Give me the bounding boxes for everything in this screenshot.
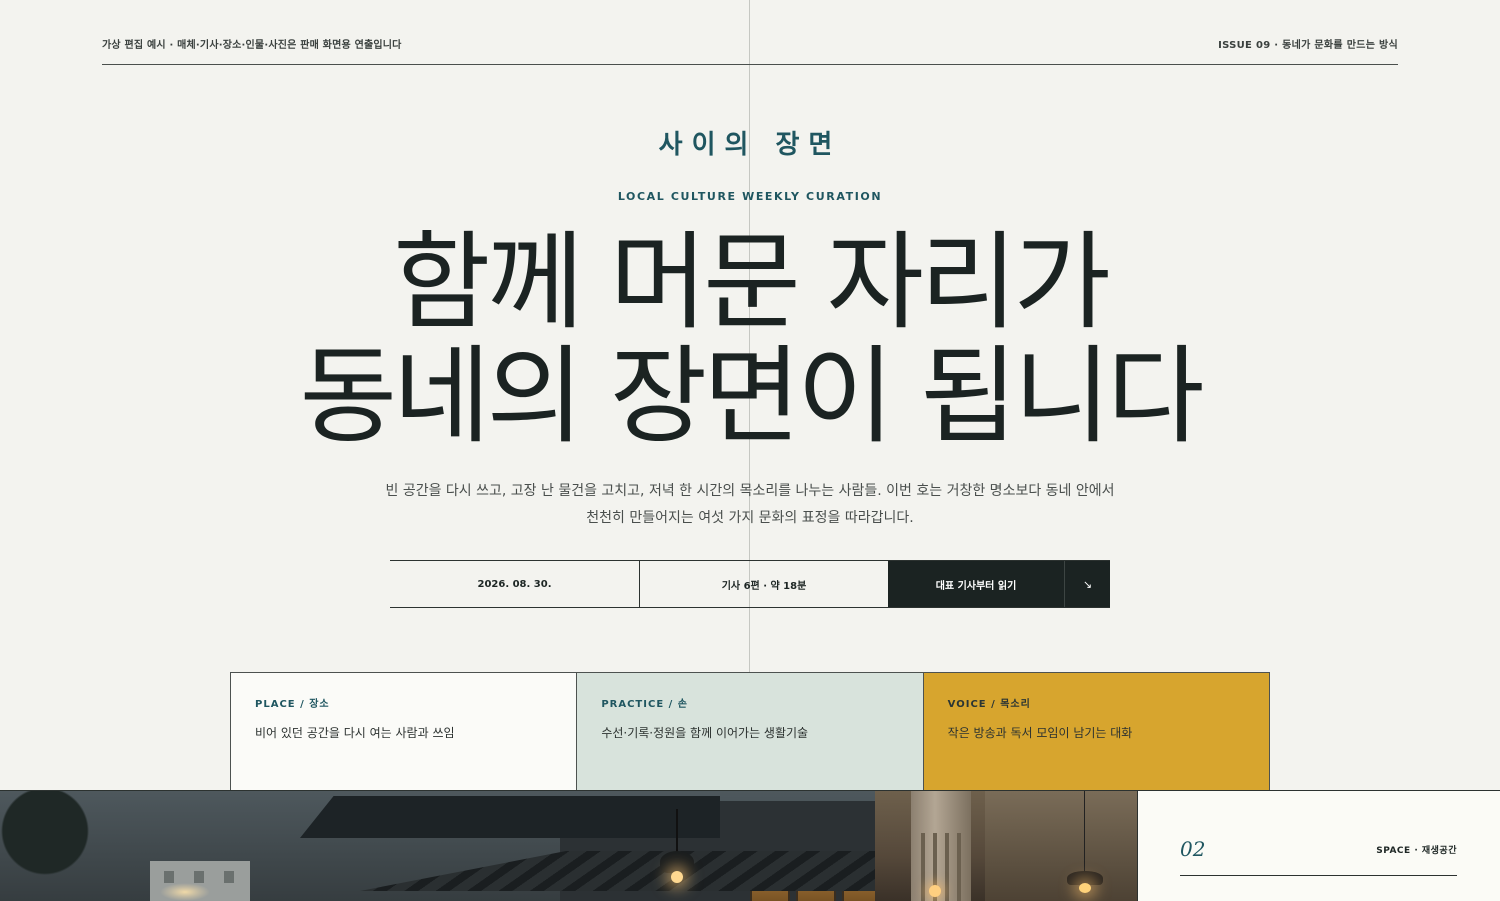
category-label: VOICE / 목소리	[947, 699, 1031, 710]
street-light-glow	[160, 883, 210, 901]
disclaimer-text: 가상 편집 예시 · 매체·기사·장소·인물·사진은 판매 화면용 연출입니다	[102, 40, 402, 51]
feature-strip: 02 SPACE · 재생공간	[0, 790, 1500, 901]
lede-line-2: 천천히 만들어지는 여섯 가지 문화의 표정을 따라갑니다.	[586, 510, 914, 526]
headline-line-1: 함께 머문 자리가	[392, 221, 1111, 344]
category-voice[interactable]: VOICE / 목소리 작은 방송과 독서 모임이 남기는 대화	[923, 673, 1269, 790]
hero-lede: 빈 공간을 다시 쓰고, 고장 난 물건을 고치고, 저녁 한 시간의 목소리를…	[360, 478, 1140, 532]
eyebrow-label: LOCAL CULTURE WEEKLY CURATION	[617, 190, 883, 203]
top-bar: 가상 편집 예시 · 매체·기사·장소·인물·사진은 판매 화면용 연출입니다 …	[102, 34, 1398, 65]
brand-logo[interactable]: 사이의 장면	[0, 124, 1500, 161]
issue-date: 2026. 08. 30.	[390, 561, 640, 607]
street-evening-photo[interactable]	[0, 791, 875, 901]
feature-label: SPACE · 재생공간	[1376, 846, 1457, 856]
lede-line-1: 빈 공간을 다시 쓰고, 고장 난 물건을 고치고, 저녁 한 시간의 목소리를…	[385, 483, 1115, 499]
cta-label: 대표 기사부터 읽기	[888, 561, 1065, 607]
category-label: PRACTICE / 손	[601, 699, 688, 710]
issue-meta-bar: 2026. 08. 30. 기사 6편 · 약 18분 대표 기사부터 읽기 ↘	[390, 560, 1110, 608]
feature-number: 02	[1180, 837, 1206, 861]
arrow-down-right-icon: ↘	[1082, 577, 1093, 591]
read-lead-article-button[interactable]: 대표 기사부터 읽기 ↘	[888, 561, 1110, 607]
category-tabs: PLACE / 장소 비어 있던 공간을 다시 여는 사람과 쓰임 PRACTI…	[230, 672, 1270, 790]
category-description: 수선·기록·정원을 함께 이어가는 생활기술	[601, 726, 809, 740]
category-description: 비어 있던 공간을 다시 여는 사람과 쓰임	[255, 726, 455, 740]
issue-label[interactable]: ISSUE 09 · 동네가 문화를 만드는 방식	[1218, 36, 1398, 51]
category-label: PLACE / 장소	[255, 699, 330, 710]
hanging-lamp	[660, 851, 694, 873]
feature-card[interactable]: 02 SPACE · 재생공간	[1137, 791, 1500, 901]
category-place[interactable]: PLACE / 장소 비어 있던 공간을 다시 여는 사람과 쓰임	[231, 673, 578, 790]
carved-pillar	[911, 791, 971, 901]
tree-silhouette	[0, 791, 120, 901]
hero-headline: 함께 머문 자리가 동네의 장면이 됩니다	[0, 226, 1500, 454]
category-description: 작은 방송과 독서 모임이 남기는 대화	[947, 726, 1133, 740]
roof-silhouette	[300, 796, 720, 838]
category-practice[interactable]: PRACTICE / 손 수선·기록·정원을 함께 이어가는 생활기술	[577, 673, 924, 790]
wall-sconce	[929, 885, 941, 897]
interior-photo[interactable]	[875, 791, 1137, 901]
article-count: 기사 6편 · 약 18분	[721, 580, 807, 592]
divider	[1180, 875, 1457, 876]
headline-line-2: 동네의 장면이 됩니다	[299, 335, 1204, 458]
